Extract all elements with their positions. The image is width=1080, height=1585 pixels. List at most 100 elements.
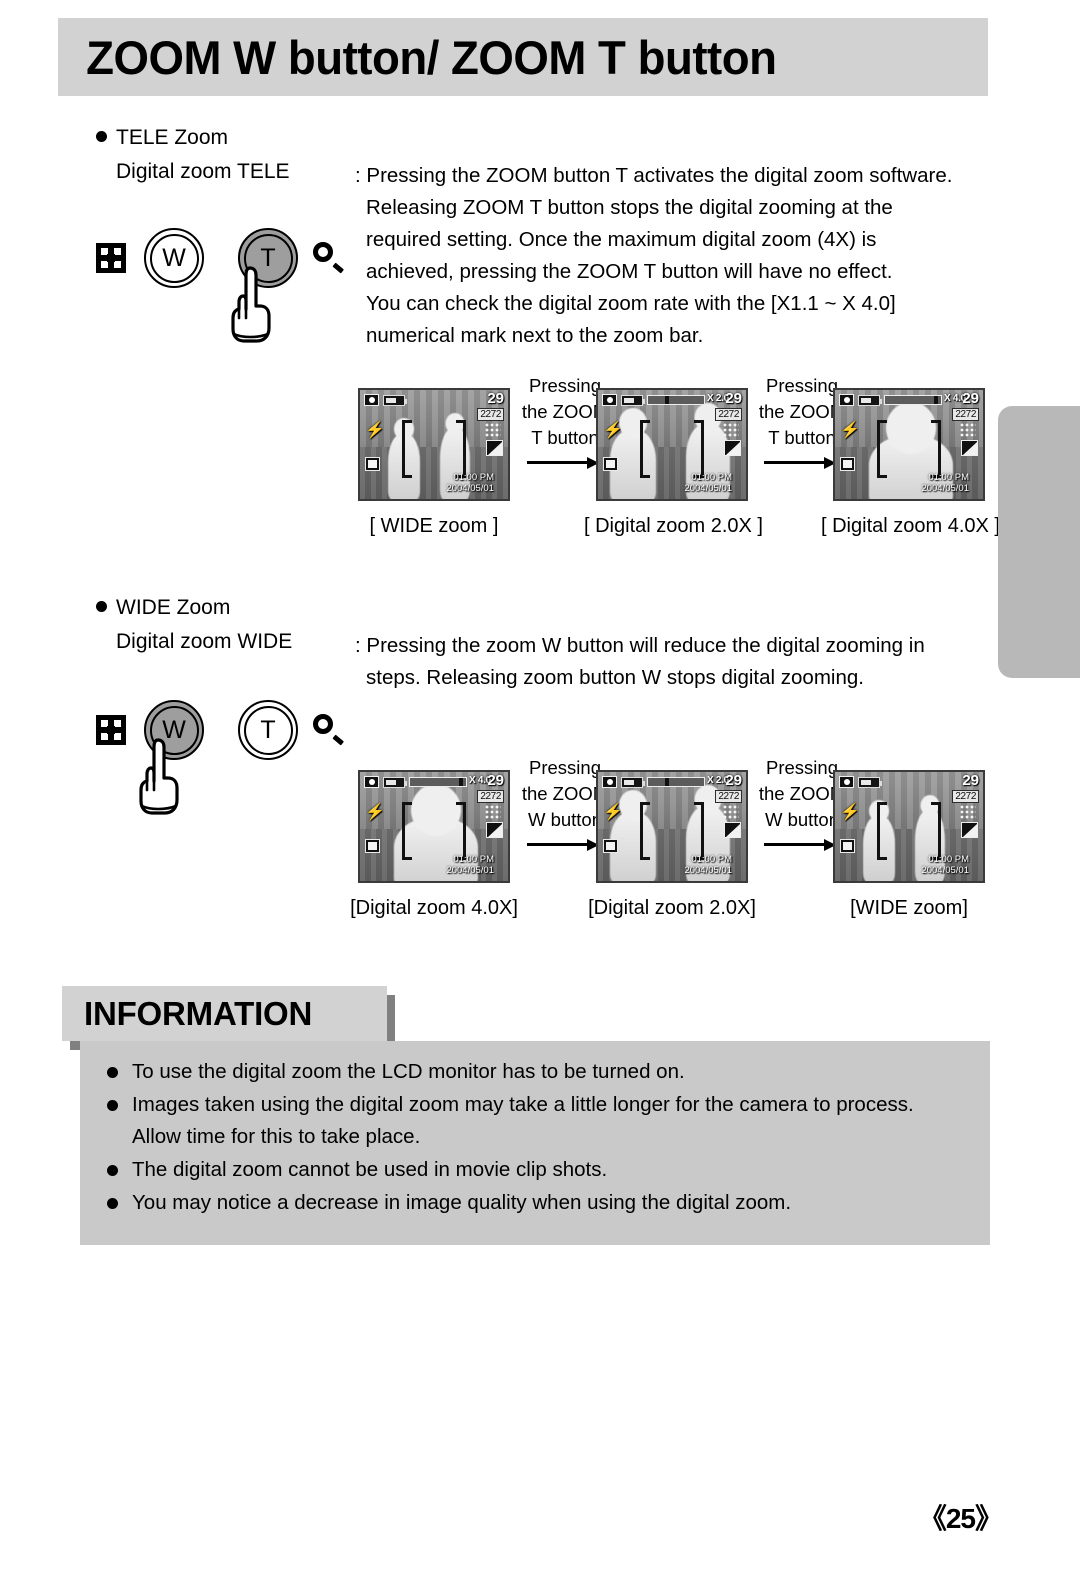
thumbnail-icon[interactable] (96, 715, 126, 745)
information-item: You may notice a decrease in image quali… (105, 1187, 985, 1219)
page-title: ZOOM W button/ ZOOM T button (86, 30, 777, 84)
resolution-badge: 2272 (715, 790, 742, 803)
resolution-badge: 2272 (952, 790, 979, 803)
focus-bracket-right (456, 802, 466, 860)
information-list: To use the digital zoom the LCD monitor … (105, 1056, 985, 1220)
page-number: 《25》 (918, 1503, 1003, 1534)
sharpness-icon (961, 440, 978, 456)
tele-desc-line-4: achieved, pressing the ZOOM T button wil… (366, 260, 893, 283)
shooting-mode-icon (839, 394, 854, 406)
shooting-mode-icon (602, 394, 617, 406)
magnifier-icon (312, 713, 346, 747)
flash-icon: ⚡ (840, 804, 860, 821)
bullet-icon (107, 1198, 118, 1209)
timestamp-date: 2004/05/01 (684, 483, 732, 494)
quality-dots-icon (723, 805, 739, 819)
flash-icon: ⚡ (603, 804, 623, 821)
sharpness-icon (486, 822, 503, 838)
battery-icon (383, 777, 407, 788)
wide-button-diagram: W T (96, 700, 346, 760)
tele-desc-line-1: : Pressing the ZOOM button T activates t… (355, 164, 953, 187)
zoom-t-button[interactable]: T (238, 700, 298, 760)
battery-icon (621, 777, 645, 788)
focus-bracket-left (877, 802, 887, 860)
thumbnail-icon[interactable] (96, 243, 126, 273)
information-item-line-1: Images taken using the digital zoom may … (132, 1093, 914, 1116)
metering-icon (840, 457, 855, 471)
zoom-w-button[interactable]: W (144, 228, 204, 288)
caption-tele-1: [ WIDE zoom ] (369, 515, 499, 537)
information-item-line-1: The digital zoom cannot be used in movie… (132, 1158, 608, 1181)
tele-desc-line-2: Releasing ZOOM T button stops the digita… (366, 196, 893, 219)
flash-icon: ⚡ (603, 422, 623, 439)
lcd-screen-wide-1: X 4.0 29 2272 ⚡ 01:00 PM 2004/05/01 (358, 770, 510, 883)
wide-zoom-description: : Pressing the zoom W button will reduce… (355, 630, 925, 694)
timestamp-time: 01:00 PM (928, 472, 969, 483)
timestamp-time: 01:00 PM (453, 854, 494, 865)
information-title: INFORMATION (84, 994, 313, 1032)
lcd-osd-overlay: X 2.0 29 2272 ⚡ 01:00 PM 2004/05/01 (598, 772, 746, 881)
resolution-badge: 2272 (952, 408, 979, 421)
timestamp: 01:00 PM 2004/05/01 (921, 472, 969, 494)
information-item: Images taken using the digital zoom may … (105, 1089, 985, 1153)
tele-button-diagram: W T (96, 228, 346, 288)
information-tab: INFORMATION (62, 986, 387, 1041)
metering-icon (365, 457, 380, 471)
quality-dots-icon (485, 423, 501, 437)
quality-dots-icon (960, 805, 976, 819)
timestamp-date: 2004/05/01 (684, 865, 732, 876)
quality-dots-icon (723, 423, 739, 437)
flash-icon: ⚡ (840, 422, 860, 439)
lcd-screen-tele-3: X 4.0 29 2272 ⚡ 01:00 PM 2004/05/01 (833, 388, 985, 501)
timestamp-date: 2004/05/01 (921, 865, 969, 876)
timestamp-time: 01:00 PM (928, 854, 969, 865)
focus-bracket-left (402, 802, 412, 860)
resolution-badge: 2272 (715, 408, 742, 421)
focus-bracket-right (456, 420, 466, 478)
pointing-hand-icon (136, 738, 182, 816)
quality-dots-icon (485, 805, 501, 819)
bullet-icon (107, 1100, 118, 1111)
metering-icon (365, 839, 380, 853)
information-item: To use the digital zoom the LCD monitor … (105, 1056, 985, 1088)
lcd-osd-overlay: 29 2272 ⚡ 01:00 PM 2004/05/01 (360, 390, 508, 499)
sharpness-icon (724, 440, 741, 456)
timestamp: 01:00 PM 2004/05/01 (684, 472, 732, 494)
battery-icon (858, 777, 882, 788)
tele-zoom-heading: TELE Zoom (96, 126, 228, 150)
focus-bracket-left (640, 802, 650, 860)
zoom-w-button-label: W (162, 243, 186, 272)
sharpness-icon (724, 822, 741, 838)
caption-wide-2: [Digital zoom 2.0X] (588, 897, 756, 919)
lcd-osd-overlay: X 4.0 29 2272 ⚡ 01:00 PM 2004/05/01 (835, 390, 983, 499)
timestamp: 01:00 PM 2004/05/01 (921, 854, 969, 876)
caption-tele-2: [ Digital zoom 2.0X ] (584, 515, 763, 537)
wide-zoom-subheading: Digital zoom WIDE (116, 630, 293, 653)
timestamp: 01:00 PM 2004/05/01 (446, 472, 494, 494)
metering-icon (840, 839, 855, 853)
tele-zoom-description: : Pressing the ZOOM button T activates t… (355, 160, 952, 352)
metering-icon (603, 839, 618, 853)
shots-remaining-count: 29 (725, 772, 742, 789)
timestamp: 01:00 PM 2004/05/01 (446, 854, 494, 876)
zoom-bar (647, 395, 705, 405)
pointing-hand-icon (228, 266, 274, 344)
shots-remaining-count: 29 (962, 390, 979, 407)
information-item-line-1: To use the digital zoom the LCD monitor … (132, 1060, 685, 1083)
tele-desc-line-6: numerical mark next to the zoom bar. (366, 324, 704, 347)
tele-desc-line-5: You can check the digital zoom rate with… (366, 292, 896, 315)
bullet-icon (107, 1165, 118, 1176)
tele-zoom-heading-label: TELE Zoom (116, 126, 229, 149)
quality-dots-icon (960, 423, 976, 437)
zoom-t-button-label: T (260, 715, 276, 744)
metering-icon (603, 457, 618, 471)
timestamp-date: 2004/05/01 (446, 483, 494, 494)
zoom-bar (647, 777, 705, 787)
flash-icon: ⚡ (365, 422, 385, 439)
caption-wide-3: [WIDE zoom] (850, 897, 968, 919)
information-item-line-1: You may notice a decrease in image quali… (132, 1191, 792, 1214)
caption-wide-1: [Digital zoom 4.0X] (350, 897, 518, 919)
timestamp-time: 01:00 PM (453, 472, 494, 483)
lcd-screen-tele-2: X 2.0 29 2272 ⚡ 01:00 PM 2004/05/01 (596, 388, 748, 501)
zoom-bar (884, 395, 942, 405)
